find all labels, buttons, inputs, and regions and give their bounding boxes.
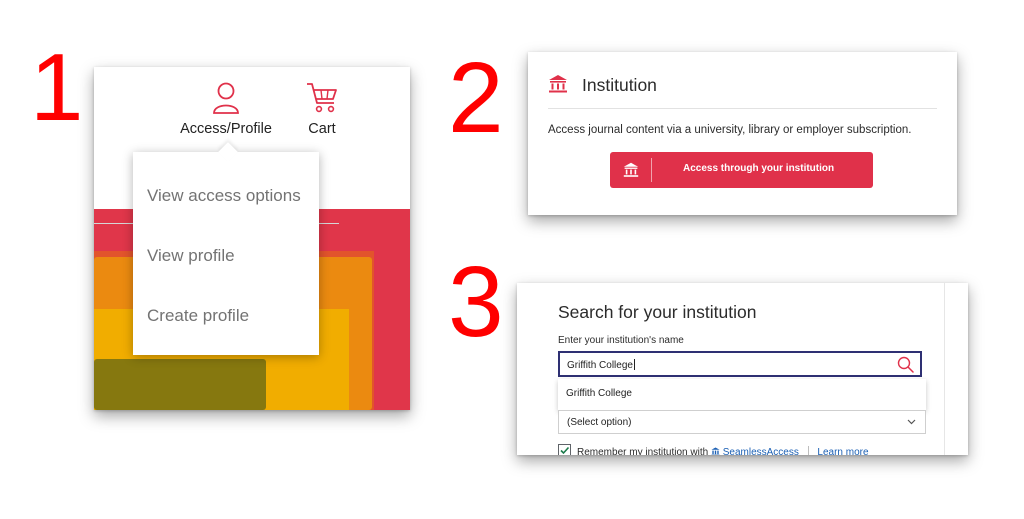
access-profile-button[interactable]: Access/Profile [180, 81, 272, 137]
institution-icon [623, 162, 639, 177]
institution-search-panel: Search for your institution Enter your i… [517, 283, 968, 455]
menu-item-view-access-options[interactable]: View access options [147, 186, 301, 206]
step-number-1: 1 [30, 34, 84, 141]
cart-icon [307, 83, 337, 113]
access-profile-label: Access/Profile [180, 121, 272, 137]
access-profile-dropdown: View access options View profile Create … [133, 152, 319, 355]
institution-title: Institution [582, 75, 657, 95]
institution-divider [548, 108, 937, 109]
institution-name-label: Enter your institution's name [558, 335, 684, 346]
button-separator [651, 158, 652, 182]
panel-border [944, 283, 945, 455]
institution-description: Access journal content via a university,… [548, 124, 912, 136]
institution-icon [549, 75, 567, 93]
institution-search-input[interactable]: Griffith College [558, 351, 922, 377]
seamless-access-link[interactable]: SeamlessAccess [711, 447, 802, 455]
institution-panel: Institution Access journal content via a… [528, 52, 957, 215]
link-separator [807, 446, 809, 455]
cart-button[interactable]: Cart [302, 81, 342, 137]
step-number-2: 2 [448, 42, 504, 154]
access-button-label: Access through your institution [683, 163, 835, 174]
search-title: Search for your institution [558, 302, 757, 322]
seamless-access-icon [711, 447, 720, 455]
access-through-institution-button[interactable]: Access through your institution [610, 152, 873, 188]
search-input-value: Griffith College [567, 359, 635, 371]
suggestion-item[interactable]: Griffith College [566, 388, 632, 399]
select-value: (Select option) [567, 417, 632, 428]
learn-more-link[interactable]: Learn more [817, 447, 868, 455]
remember-text: Remember my institution with SeamlessAcc… [577, 446, 869, 455]
search-icon[interactable] [897, 356, 914, 373]
menu-item-create-profile[interactable]: Create profile [147, 306, 249, 326]
menu-item-view-profile[interactable]: View profile [147, 246, 235, 266]
access-profile-panel: Access/Profile Cart View access options … [94, 67, 410, 410]
step-number-3: 3 [448, 246, 504, 358]
checkmark-icon [560, 446, 570, 455]
remember-checkbox[interactable] [558, 444, 571, 455]
user-icon [213, 82, 239, 114]
cart-label: Cart [308, 121, 336, 137]
option-select[interactable]: (Select option) [558, 410, 926, 434]
chevron-down-icon [907, 419, 916, 425]
suggestion-dropdown: Griffith College [558, 379, 926, 410]
